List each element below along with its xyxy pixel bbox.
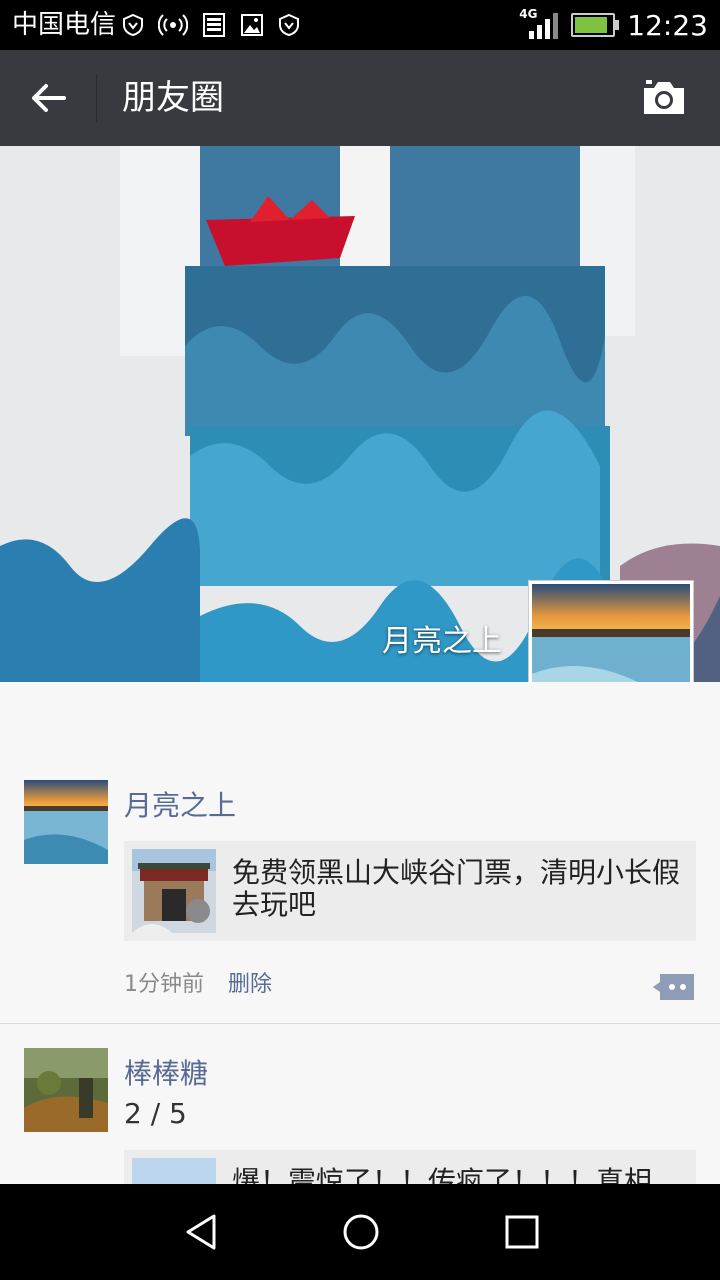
home-circle-icon[interactable] [341,1212,381,1252]
status-bar: 中国电信 4G 12:23 [0,0,720,50]
storage-icon [203,13,225,37]
post-avatar[interactable] [24,780,108,864]
back-arrow-icon[interactable] [28,78,68,118]
recents-square-icon[interactable] [502,1212,542,1252]
clock: 12:23 [627,8,708,42]
post-avatar[interactable] [24,1048,108,1132]
shared-link-card[interactable]: 免费领黑山大峡谷门票，清明小长假去玩吧 [124,841,696,941]
shield-icon [123,13,143,37]
status-icons [122,10,300,40]
sky-photo [132,1158,216,1184]
comment-icon[interactable] [652,972,696,1002]
navigation-bar [0,1184,720,1280]
image-icon [241,14,263,36]
shield-icon [279,13,299,37]
post-counter: 2 / 5 [124,1097,187,1130]
signal-icon: 4G [519,7,559,41]
back-triangle-icon[interactable] [182,1212,222,1252]
delete-link[interactable]: 删除 [228,966,272,998]
shared-link-card[interactable]: 爆！震惊了！！传疯了！！！真相 [124,1150,696,1184]
link-title: 爆！震惊了！！传疯了！！！真相 [232,1165,653,1185]
camera-icon[interactable] [640,78,688,118]
title-bar: 朋友圈 [0,50,720,146]
moments-feed: 月亮之上 免费领黑山大峡谷门票，清明小长假去玩吧 1分钟前 删除 棒棒糖 2 /… [0,682,720,1184]
post-divider [0,1023,720,1024]
cover-username[interactable]: 月亮之上 [382,616,502,660]
post-time: 1分钟前 [124,972,204,997]
gate-photo [132,849,216,933]
link-thumbnail [132,1158,216,1184]
sunset-photo [24,780,108,864]
post-author[interactable]: 棒棒糖 [124,1052,208,1092]
page-title: 朋友圈 [122,78,224,118]
post-author[interactable]: 月亮之上 [124,784,236,824]
painting-photo [24,1048,108,1132]
header-divider [96,74,97,122]
hotspot-icon [158,14,188,36]
link-title: 免费领黑山大峡谷门票，清明小长假去玩吧 [232,856,681,921]
battery-icon [571,13,620,37]
link-thumbnail [132,849,216,933]
carrier-name: 中国电信 [12,10,117,40]
